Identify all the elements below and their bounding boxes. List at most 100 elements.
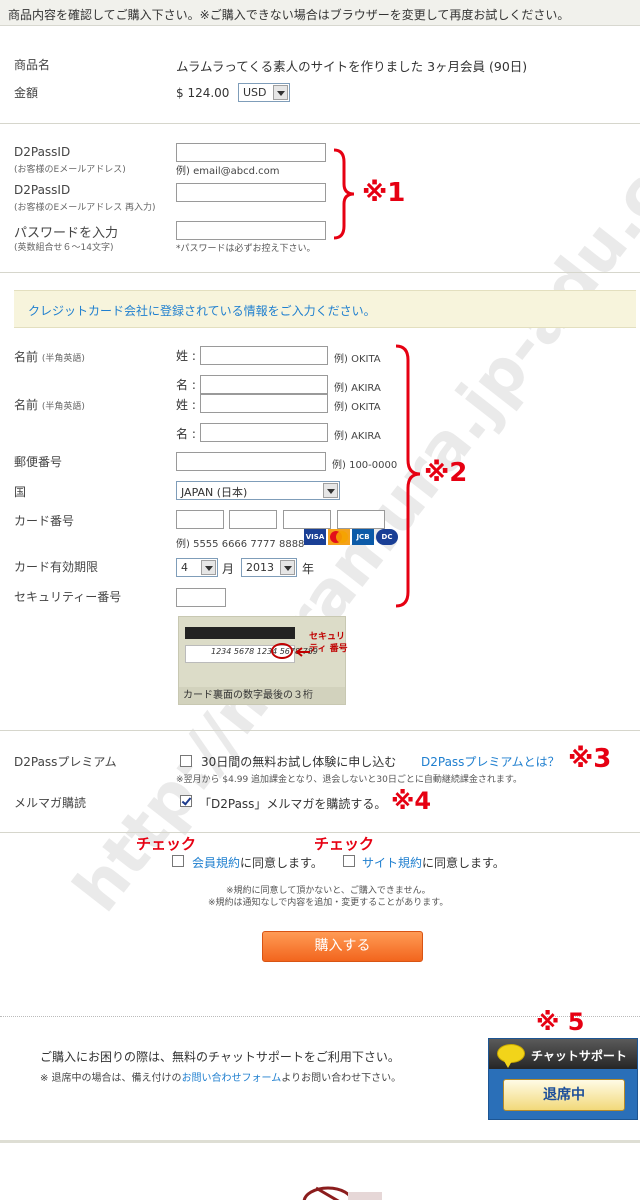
card-number-label: カード番号	[14, 514, 75, 528]
card-image-security-label: セキュリティ 番号	[309, 632, 348, 654]
last-name-input[interactable]	[200, 346, 328, 365]
chevron-down-icon	[273, 85, 288, 100]
mailmag-label: メルマガ購読	[14, 796, 87, 810]
chevron-down-icon	[201, 560, 216, 575]
expiry-year-value: 2013	[246, 561, 274, 574]
zip-example: 例) 100-0000	[332, 460, 398, 471]
card-info-banner-text: クレジットカード会社に登録されている情報をご入力ください。	[28, 304, 376, 318]
country-select[interactable]: JAPAN (日本)	[176, 481, 340, 500]
premium-text: 30日間の無料お試し体験に申し込む	[201, 755, 397, 769]
annotation-2: ※2	[424, 458, 468, 488]
chat-header: チャットサポート	[489, 1039, 637, 1069]
premium-info-link[interactable]: D2Passプレミアムとは？	[421, 753, 560, 770]
terms-note-2: ※規約は通知なしで内容を追加・変更することがあります。	[208, 898, 449, 908]
d2passid-confirm-input[interactable]	[176, 183, 326, 202]
last-name-example: 例) OKITA	[334, 402, 381, 413]
premium-note: ※翌月から $4.99 追加課金となり、退会しないと30日ごとに自動継続課金され…	[176, 775, 522, 785]
price-value: $ 124.00	[176, 86, 230, 100]
annotation-3: ※3	[568, 744, 612, 774]
divider	[0, 272, 640, 273]
jcb-logo-icon: JCB	[352, 529, 374, 545]
notice-bar: 商品内容を確認してご購入下さい。※ご購入できない場合はブラウザーを変更して再度お…	[0, 0, 640, 26]
site-terms-checkbox[interactable]	[343, 855, 355, 867]
chat-bubble-icon	[497, 1044, 525, 1068]
country-value: JAPAN (日本)	[181, 486, 248, 499]
d2passid-confirm-sub: (お客様のEメールアドレス 再入力)	[14, 203, 156, 213]
password-label: パスワードを入力	[14, 226, 119, 241]
card-number-input-2[interactable]	[229, 510, 277, 529]
mastercard-circles-icon	[330, 531, 348, 543]
first-name-input-2[interactable]	[200, 423, 328, 442]
support-contact-line: ※ 退席中の場合は、備え付けのお問い合わせフォームよりお問い合わせ下さい。	[40, 1073, 402, 1084]
card-image-caption: カード裏面の数字最後の３桁	[179, 687, 345, 704]
terms-checkbox[interactable]	[172, 855, 184, 867]
product-name-label: 商品名	[14, 58, 51, 72]
card-number-input-1[interactable]	[176, 510, 224, 529]
zip-label: 郵便番号	[14, 455, 63, 469]
expiry-month-select[interactable]: 4	[176, 558, 218, 577]
chat-status-button[interactable]: 退席中	[503, 1079, 625, 1111]
country-label: 国	[14, 485, 27, 499]
check-annotation-2: チェック	[314, 835, 375, 853]
cvv-input[interactable]	[176, 588, 226, 607]
card-back-illustration: 1234 5678 1234 5678 789 セキュリティ 番号 カード裏面の…	[178, 616, 348, 705]
expiry-label: カード有効期限	[14, 560, 99, 574]
name-label: 名前 (半角英語)	[14, 350, 85, 364]
card-brand-logos: VISA JCB DC	[304, 529, 398, 545]
password-hint: *パスワードは必ずお控え下さい。	[176, 244, 316, 254]
notice-text: 商品内容を確認してご購入下さい。※ご購入できない場合はブラウザーを変更して再度お…	[8, 8, 570, 22]
mastercard-logo-icon	[328, 529, 350, 545]
d2passid-confirm-label: D2PassID	[14, 183, 71, 197]
product-name-value: ムラムラってくる素人のサイトを作りました 3ヶ月会員 (90日)	[176, 59, 528, 74]
premium-checkbox[interactable]	[180, 755, 192, 767]
magnetic-stripe	[185, 627, 295, 639]
first-name-input[interactable]	[200, 375, 328, 394]
last-name-example: 例) OKITA	[334, 354, 381, 365]
d2passid-hint: 例) email@abcd.com	[176, 166, 280, 177]
d2passid-sub: (お客様のEメールアドレス)	[14, 165, 126, 175]
check-annotation-1: チェック	[136, 835, 197, 853]
chevron-down-icon	[323, 483, 338, 498]
purchase-button[interactable]: 購入する	[262, 931, 423, 962]
card-number-input-4[interactable]	[337, 510, 385, 529]
year-unit: 年	[302, 562, 315, 576]
month-unit: 月	[222, 562, 235, 576]
chat-support-widget[interactable]: チャットサポート 退席中	[488, 1038, 638, 1120]
card-number-input-3[interactable]	[283, 510, 331, 529]
password-input[interactable]	[176, 221, 326, 240]
d2passid-input[interactable]	[176, 143, 326, 162]
first-name-label: 名 :	[176, 378, 196, 392]
annotation-5: ※ 5	[536, 1008, 585, 1036]
card-number-example: 例) 5555 6666 7777 8888	[176, 539, 305, 550]
annotation-4: ※4	[391, 787, 432, 815]
support-text: ご購入にお困りの際は、無料のチャットサポートをご利用下さい。	[40, 1050, 400, 1064]
name-label: 名前 (半角英語)	[14, 398, 85, 412]
cvv-highlight-circle	[271, 643, 293, 659]
divider	[0, 123, 640, 124]
password-sub: (英数組合せ６～14文字)	[14, 243, 114, 253]
annotation-brace-2	[395, 344, 421, 608]
contact-form-link[interactable]: お問い合わせフォーム	[182, 1073, 282, 1084]
card-info-banner: クレジットカード会社に登録されている情報をご入力ください。	[14, 290, 636, 328]
site-terms-link[interactable]: サイト規約	[362, 856, 422, 870]
terms-link[interactable]: 会員規約	[192, 856, 240, 870]
last-name-input-2[interactable]	[200, 394, 328, 413]
annotation-1: ※1	[362, 178, 406, 208]
site-logo-icon	[302, 1186, 382, 1200]
price-label: 金額	[14, 86, 39, 100]
zip-input[interactable]	[176, 452, 326, 471]
site-terms-agree: サイト規約に同意します。	[362, 856, 505, 870]
currency-value: USD	[243, 86, 267, 99]
chevron-down-icon	[280, 560, 295, 575]
visa-logo-icon: VISA	[304, 529, 326, 545]
last-name-label: 姓 :	[176, 349, 196, 363]
chat-title: チャットサポート	[531, 1049, 627, 1063]
terms-agree: 会員規約に同意します。	[192, 856, 323, 870]
divider	[0, 730, 640, 731]
currency-select[interactable]: USD	[238, 83, 290, 102]
last-name-label: 姓 :	[176, 398, 196, 412]
expiry-year-select[interactable]: 2013	[241, 558, 297, 577]
first-name-label: 名 :	[176, 427, 196, 441]
mailmag-checkbox[interactable]	[180, 795, 192, 807]
divider	[0, 1140, 640, 1143]
